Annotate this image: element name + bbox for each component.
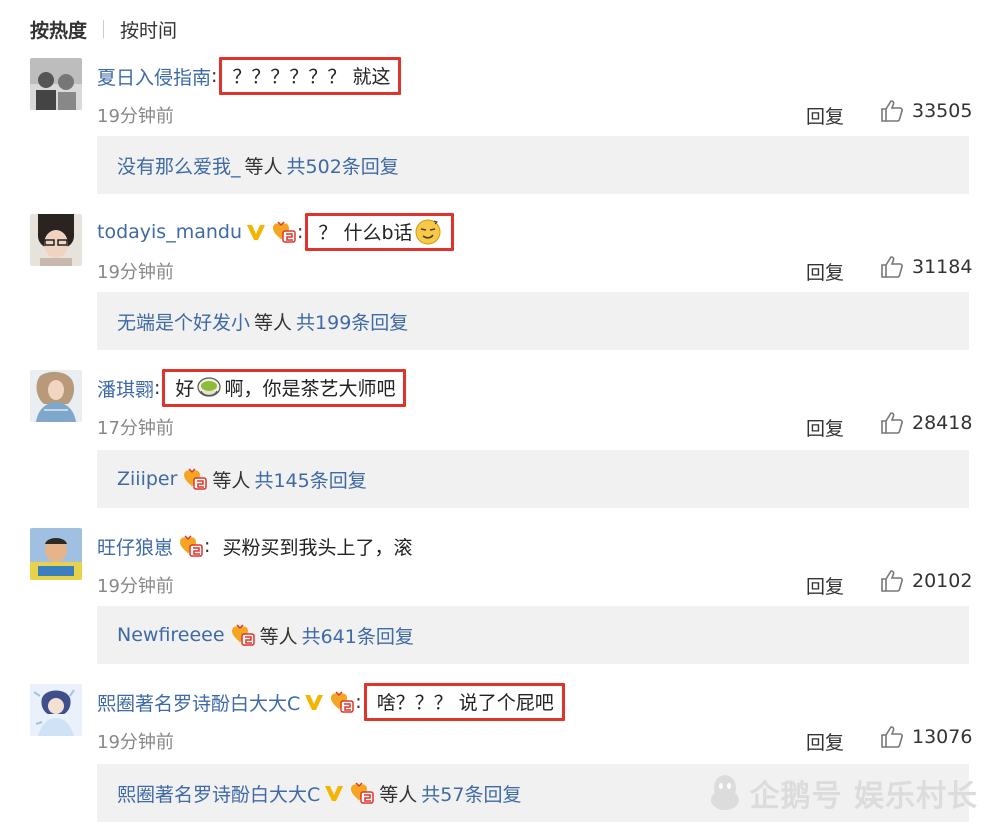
reply-button[interactable]: 回复 [806, 102, 844, 129]
thumbs-up-icon [881, 570, 903, 592]
comment-line: 夏日入侵指南 : ？？？？？？ 就这 [97, 57, 402, 95]
verified-v-icon [325, 786, 344, 801]
reply-button[interactable]: 回复 [806, 728, 844, 755]
username[interactable]: todayis_mandu [97, 221, 242, 243]
username[interactable]: 潘琪翾 [97, 375, 154, 402]
highlight-box: ？？？？？？ 就这 [219, 57, 402, 95]
comment-text: 买粉买到我头上了，滚 [222, 536, 413, 559]
username[interactable]: 熙圈著名罗诗酚白大大C [97, 689, 300, 716]
avatar[interactable] [30, 528, 82, 580]
like-button[interactable]: 13076 [880, 726, 972, 748]
fan-badge-icon [231, 624, 255, 646]
watermark: 企鹅号 娱乐村长 [708, 771, 978, 815]
thumbs-up-icon [881, 412, 903, 434]
tea-cup-emoji-icon [197, 376, 222, 397]
avatar[interactable] [30, 370, 82, 422]
reply-username[interactable]: Newfireeee [117, 624, 225, 646]
watermark-text: 企鹅号 娱乐村长 [749, 779, 978, 814]
like-count: 20102 [912, 570, 973, 592]
reply-button[interactable]: 回复 [806, 572, 844, 599]
reply-count-link[interactable]: 共199条回复 [296, 308, 408, 335]
like-count: 31184 [912, 256, 973, 278]
colon: : [204, 535, 223, 557]
comment-text: ？？？？？？ 就这 [232, 66, 391, 88]
others-label: 等人 [254, 311, 293, 334]
timestamp: 19分钟前 [97, 106, 174, 127]
like-count: 33505 [912, 100, 973, 122]
avatar[interactable] [30, 214, 82, 266]
like-button[interactable]: 28418 [880, 412, 972, 434]
reply-username[interactable]: Ziiiper [117, 468, 177, 490]
fan-badge-icon [180, 535, 203, 557]
reply-button[interactable]: 回复 [806, 414, 844, 441]
reply-username[interactable]: 熙圈著名罗诗酚白大大C [117, 780, 320, 807]
colon: : [211, 65, 218, 87]
avatar[interactable] [30, 58, 82, 110]
verified-v-icon [247, 225, 265, 240]
replies-summary[interactable]: 没有那么爱我_ 等人 共502条回复 [97, 136, 969, 194]
comment-text-end: 啊，你是茶艺大师吧 [224, 378, 396, 400]
sort-bar: 按热度 按时间 [30, 14, 177, 44]
smirk-emoji-icon [415, 219, 441, 244]
like-button[interactable]: 31184 [880, 256, 972, 278]
comment-line: 熙圈著名罗诗酚白大大C : 啥？？？ 说了个屁吧 [97, 683, 565, 721]
others-label: 等人 [212, 469, 251, 492]
comment-text-start: 好 [175, 378, 195, 400]
highlight-box: 啥？？？ 说了个屁吧 [363, 683, 565, 721]
timestamp: 19分钟前 [97, 576, 174, 597]
reply-button[interactable]: 回复 [806, 258, 844, 285]
comment-line: todayis_mandu : ？ 什么b话 [97, 213, 454, 251]
like-button[interactable]: 33505 [880, 100, 972, 122]
comment-text: ？ 什么b话 [318, 222, 413, 244]
penguin-logo-icon [710, 775, 739, 810]
replies-summary[interactable]: Ziiiper 等人 共145条回复 [97, 450, 969, 508]
others-label: 等人 [379, 783, 418, 806]
divider [103, 20, 105, 38]
reply-count-link[interactable]: 共502条回复 [287, 152, 399, 179]
comment-line: 旺仔狼崽 : 买粉买到我头上了，滚 [97, 528, 413, 564]
reply-count-link[interactable]: 共641条回复 [302, 622, 414, 649]
reply-count-link[interactable]: 共145条回复 [254, 466, 366, 493]
colon: : [355, 691, 362, 713]
fan-badge-icon [184, 468, 208, 490]
highlight-box: ？ 什么b话 [305, 213, 454, 251]
verified-v-icon [305, 695, 324, 710]
like-count: 28418 [912, 412, 973, 434]
timestamp: 19分钟前 [97, 262, 174, 283]
others-label: 等人 [244, 155, 283, 178]
comment-text: 啥？？？ 说了个屁吧 [376, 692, 554, 714]
sort-by-time[interactable]: 按时间 [120, 16, 177, 43]
others-label: 等人 [259, 625, 298, 648]
username[interactable]: 旺仔狼崽 [97, 533, 173, 560]
like-button[interactable]: 20102 [880, 570, 972, 592]
sort-by-hot[interactable]: 按热度 [30, 16, 87, 43]
colon: : [297, 221, 304, 243]
colon: : [154, 377, 161, 399]
avatar[interactable] [30, 684, 82, 736]
like-count: 13076 [912, 726, 973, 748]
timestamp: 17分钟前 [97, 418, 174, 439]
highlight-box: 好 啊，你是茶艺大师吧 [162, 369, 407, 407]
fan-badge-icon [331, 691, 355, 713]
replies-summary[interactable]: 无端是个好发小 等人 共199条回复 [97, 292, 969, 350]
fan-badge-icon [273, 221, 296, 243]
thumbs-up-icon [881, 256, 903, 278]
comment-line: 潘琪翾 : 好 啊，你是茶艺大师吧 [97, 369, 407, 407]
thumbs-up-icon [881, 726, 903, 748]
reply-username[interactable]: 没有那么爱我_ [117, 152, 241, 179]
thumbs-up-icon [881, 100, 903, 122]
reply-count-link[interactable]: 共57条回复 [421, 780, 521, 807]
replies-summary[interactable]: Newfireeee 等人 共641条回复 [97, 606, 969, 664]
timestamp: 19分钟前 [97, 732, 174, 753]
fan-badge-icon [351, 782, 375, 804]
reply-username[interactable]: 无端是个好发小 [117, 308, 250, 335]
username[interactable]: 夏日入侵指南 [97, 63, 211, 90]
